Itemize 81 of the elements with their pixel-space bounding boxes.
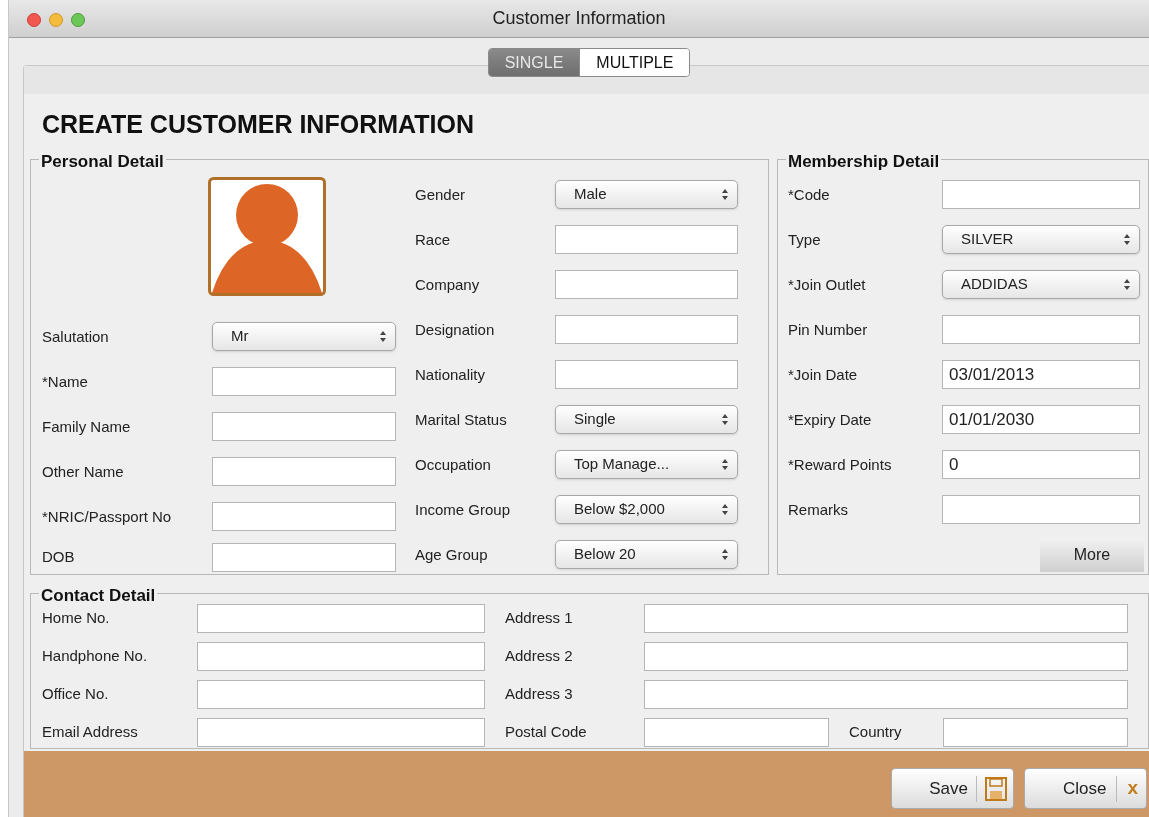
input-field[interactable] [555,315,738,344]
field-label: Handphone No. [42,647,148,664]
close-window-icon[interactable] [27,13,41,27]
input-field[interactable]: 0 [942,450,1140,479]
field-label: Marital Status [415,410,507,428]
field-label: Country [849,723,902,740]
dropdown[interactable]: Top Manage... [555,450,738,479]
field-label: Company [415,275,480,293]
updown-arrows-icon [721,458,729,471]
input-field[interactable] [942,180,1140,209]
close-button[interactable]: Close x [1024,768,1147,809]
field-label: Family Name [42,417,131,435]
input-field[interactable] [942,315,1140,344]
dropdown[interactable]: Male [555,180,738,209]
field-label: *Expiry Date [788,410,872,428]
dropdown[interactable]: Below $2,000 [555,495,738,524]
field-label: Race [415,230,451,248]
input-field[interactable]: 01/01/2030 [942,405,1140,434]
field-label: Office No. [42,685,109,702]
updown-arrows-icon [379,330,387,343]
field-label: Email Address [42,723,138,740]
input-field[interactable] [212,542,396,572]
form-heading: CREATE CUSTOMER INFORMATION [42,112,475,137]
input-field[interactable]: 03/01/2013 [942,360,1140,389]
input-field[interactable] [644,641,1128,671]
dropdown[interactable]: Below 20 [555,540,738,569]
field-label: Address 3 [505,685,573,702]
updown-arrows-icon [721,503,729,516]
input-field[interactable] [555,225,738,254]
input-field[interactable] [197,603,485,633]
dropdown[interactable]: SILVER [942,225,1140,254]
field-label: Occupation [415,455,491,473]
field-label: *Reward Points [788,455,892,473]
updown-arrows-icon [721,188,729,201]
field-label: *Join Outlet [788,275,866,293]
input-field[interactable] [644,679,1128,709]
field-label: Address 2 [505,647,573,664]
input-field[interactable] [197,717,485,747]
input-field[interactable] [212,457,396,486]
dropdown[interactable]: Single [555,405,738,434]
field-label: Nationality [415,365,486,383]
field-label: Income Group [415,500,511,518]
field-label: Salutation [42,327,109,345]
input-field[interactable] [212,412,396,441]
zoom-window-icon[interactable] [71,13,85,27]
updown-arrows-icon [721,548,729,561]
field-label: *Code [788,185,830,203]
field-label: Address 1 [505,609,573,626]
input-field[interactable] [555,360,738,389]
input-field[interactable] [212,502,396,531]
field-label: *NRIC/Passport No [42,507,172,525]
person-silhouette-icon[interactable] [208,177,326,296]
input-field[interactable] [942,495,1140,524]
input-field[interactable] [943,717,1128,747]
input-field[interactable] [644,717,829,747]
save-button[interactable]: Save [891,768,1014,809]
field-label: Home No. [42,609,110,626]
field-label: Remarks [788,500,848,518]
input-field[interactable] [555,270,738,299]
field-label: DOB [42,548,75,565]
field-label: Age Group [415,545,488,563]
field-label: Other Name [42,462,124,480]
field-label: Type [788,230,821,248]
updown-arrows-icon [1123,278,1131,291]
tab[interactable]: MULTIPLE [579,49,690,76]
minimize-window-icon[interactable] [49,13,63,27]
window-title: Customer Information [492,7,666,30]
field-label: *Join Date [788,365,858,383]
updown-arrows-icon [1123,233,1131,246]
input-field[interactable] [644,603,1128,633]
field-label: Gender [415,185,466,203]
updown-arrows-icon [721,413,729,426]
dropdown[interactable]: ADDIDAS [942,270,1140,299]
input-field[interactable] [212,367,396,396]
field-label: Postal Code [505,723,587,740]
field-label: *Name [42,372,88,390]
field-label: Pin Number [788,320,868,338]
input-field[interactable] [197,641,485,671]
input-field[interactable] [197,679,485,709]
dropdown[interactable]: Mr [212,322,396,351]
field-label: Designation [415,320,495,338]
